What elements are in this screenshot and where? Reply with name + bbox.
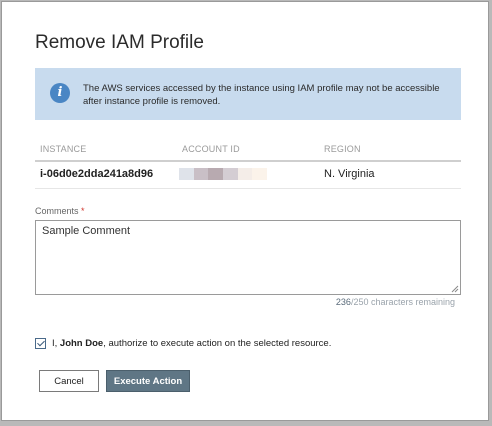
comments-textarea[interactable] [35,220,461,295]
character-counter: 236/250 characters remaining [335,297,455,307]
execute-action-button[interactable]: Execute Action [106,370,190,392]
remove-iam-profile-dialog: Remove IAM Profile i The AWS services ac… [1,1,489,421]
comments-label: Comments * [35,206,85,216]
region-cell: N. Virginia [324,168,375,180]
required-marker: * [81,206,85,216]
dialog-title: Remove IAM Profile [35,32,204,53]
authorization-text: I, John Doe, authorize to execute action… [52,338,332,349]
resize-grip-icon[interactable] [451,285,459,293]
column-header-region: REGION [324,144,361,154]
info-banner: i The AWS services accessed by the insta… [35,68,461,120]
table-header-divider [35,160,461,162]
user-name: John Doe [59,338,104,349]
info-icon: i [50,83,70,103]
authorization-row: I, John Doe, authorize to execute action… [35,338,331,349]
info-message: The AWS services accessed by the instanc… [83,83,440,107]
account-id-redacted [179,168,268,180]
instance-id-cell: i-06d0e2dda241a8d96 [40,168,154,180]
cancel-button[interactable]: Cancel [39,370,99,392]
column-header-instance: INSTANCE [40,144,87,154]
column-header-account-id: ACCOUNT ID [182,144,240,154]
table-row-divider [35,188,461,189]
authorize-checkbox[interactable] [35,338,46,349]
